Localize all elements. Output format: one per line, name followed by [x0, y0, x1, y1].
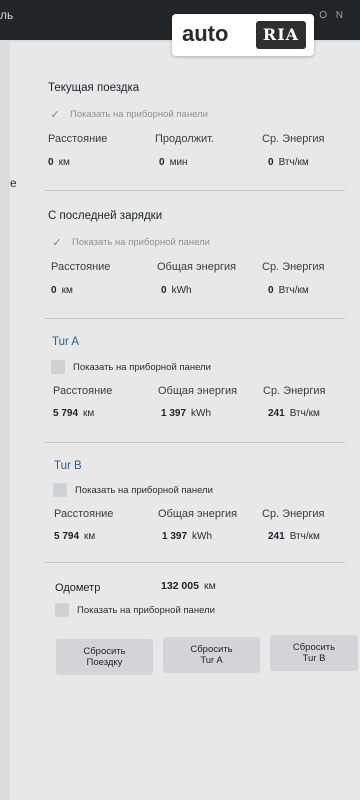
trip-a-show-checkbox[interactable]: Показать на приборной панели	[51, 360, 211, 374]
current-trip-show-label: Показать на приборной панели	[70, 108, 208, 120]
checkbox-empty-icon	[53, 483, 67, 497]
odometer-show-checkbox[interactable]: Показать на приборной панели	[55, 603, 215, 617]
divider	[45, 190, 345, 191]
since-charge-energy-avg-value: 0 Втч/км	[268, 285, 309, 296]
trip-a-distance-value: 5 794 км	[53, 408, 95, 419]
divider	[45, 562, 345, 563]
since-charge-distance-label: Расстояние	[51, 261, 111, 273]
trip-a-energy-avg-label: Ср. Энергия	[263, 385, 326, 397]
trip-b-energy-avg-label: Ср. Энергия	[262, 508, 325, 520]
current-trip-energy-label: Ср. Энергия	[262, 133, 325, 145]
current-trip-energy-value: 0 Втч/км	[268, 157, 309, 168]
check-icon: ✓	[50, 108, 60, 121]
trip-b-show-label: Показать на приборной панели	[75, 484, 213, 496]
reset-trip-b-button[interactable]: Сбросить Tur B	[270, 635, 358, 671]
trip-a-energy-total-label: Общая энергия	[158, 385, 238, 397]
since-charge-show-checkbox[interactable]: ✓ Показать на приборной панели	[50, 235, 210, 249]
since-charge-energy-avg-label: Ср. Энергия	[262, 261, 325, 273]
since-charge-energy-total-label: Общая энергия	[157, 261, 237, 273]
current-trip-title: Текущая поездка	[48, 82, 140, 94]
current-trip-show-checkbox[interactable]: ✓ Показать на приборной панели	[48, 107, 208, 121]
watermark-auto: auto	[182, 21, 229, 46]
current-trip-distance-value: 0 км	[48, 157, 70, 168]
odometer-show-label: Показать на приборной панели	[77, 604, 215, 616]
watermark-ria: RIA	[256, 21, 306, 49]
checkbox-empty-icon	[55, 603, 69, 617]
trip-b-energy-total-label: Общая энергия	[158, 508, 238, 520]
current-trip-duration-label: Продолжит.	[155, 133, 214, 145]
status-icons: O N	[319, 10, 346, 21]
since-charge-show-label: Показать на приборной панели	[72, 236, 210, 248]
trip-a-distance-label: Расстояние	[53, 385, 113, 397]
since-charge-distance-value: 0 км	[51, 285, 73, 296]
back-link[interactable]: ль	[0, 8, 13, 22]
trip-b-energy-avg-value: 241 Втч/км	[268, 531, 320, 542]
trip-b-distance-value: 5 794 км	[54, 531, 96, 542]
watermark-logo: auto RIA	[172, 14, 314, 56]
trip-b-distance-label: Расстояние	[54, 508, 114, 520]
trip-panel: е	[10, 42, 360, 800]
reset-trip-a-button[interactable]: Сбросить Tur A	[163, 637, 260, 673]
sidebar-edge-label[interactable]: е	[10, 176, 17, 190]
trip-b-title: Tur B	[54, 460, 82, 472]
current-trip-distance-label: Расстояние	[48, 133, 108, 145]
odometer-value: 132 005 км	[161, 580, 216, 592]
since-charge-energy-total-value: 0 kWh	[161, 285, 192, 296]
trip-a-title: Tur A	[52, 336, 80, 348]
checkbox-empty-icon	[51, 360, 65, 374]
trip-a-energy-total-value: 1 397 kWh	[161, 408, 212, 419]
check-icon: ✓	[52, 236, 62, 249]
trip-b-show-checkbox[interactable]: Показать на приборной панели	[53, 483, 213, 497]
trip-b-energy-total-value: 1 397 kWh	[162, 531, 213, 542]
reset-trip-button[interactable]: Сбросить Поездку	[56, 639, 153, 675]
odometer-label: Одометр	[55, 582, 101, 594]
since-charge-title: С последней зарядки	[48, 210, 163, 222]
trip-a-show-label: Показать на приборной панели	[73, 361, 211, 373]
divider	[45, 318, 345, 319]
current-trip-duration-value: 0 мин	[159, 157, 188, 168]
trip-a-energy-avg-value: 241 Втч/км	[268, 408, 320, 419]
divider	[45, 442, 345, 443]
